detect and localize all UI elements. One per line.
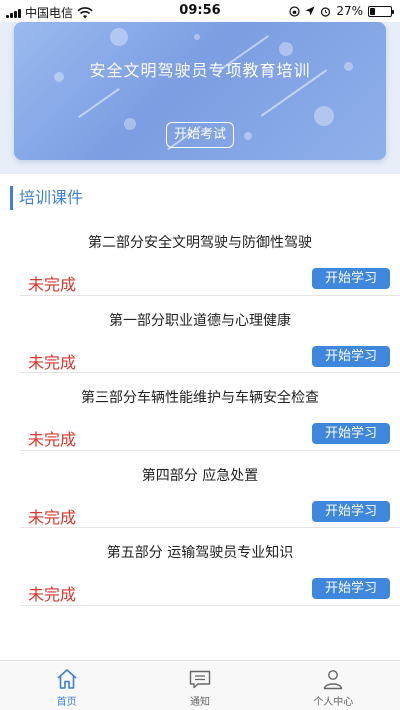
banner-area: 安全文明驾驶员专项教育培训 开始考试 [0, 22, 400, 174]
banner-decoration [244, 132, 252, 140]
start-exam-button[interactable]: 开始考试 [166, 122, 234, 148]
course-item: 第一部分职业道德与心理健康 未完成 开始学习 [0, 296, 400, 373]
course-status: 未完成 [28, 275, 77, 294]
status-right: 27% [289, 4, 394, 18]
course-title: 第一部分职业道德与心理健康 [109, 312, 291, 329]
banner-decoration [344, 62, 353, 71]
section-title: 培训课件 [10, 186, 83, 210]
banner-decoration [279, 42, 293, 56]
course-item: 第三部分车辆性能维护与车辆安全检查 未完成 开始学习 [0, 373, 400, 451]
start-study-button[interactable]: 开始学习 [312, 268, 390, 289]
location-icon [305, 6, 315, 16]
course-item: 第四部分 应急处置 未完成 开始学习 [0, 451, 400, 528]
course-title: 第三部分车辆性能维护与车辆安全检查 [81, 390, 319, 406]
battery-icon [368, 5, 394, 17]
course-item: 第二部分安全文明驾驶与防御性驾驶 未完成 开始学习 [0, 218, 400, 296]
tab-label: 首页 [56, 697, 77, 708]
tab-home[interactable]: 首页 [0, 661, 133, 710]
banner-decoration [54, 72, 64, 82]
tab-label: 通知 [189, 697, 210, 708]
tab-label: 个人中心 [313, 697, 354, 708]
alarm-icon [321, 6, 331, 17]
battery-level [370, 7, 376, 15]
course-status: 未完成 [28, 507, 77, 527]
tab-bar: 首页 通知 个人中心 [0, 660, 400, 710]
start-study-button[interactable]: 开始学习 [312, 578, 390, 599]
banner-decoration [314, 106, 334, 126]
person-icon [324, 670, 343, 690]
course-title: 第四部分 应急处置 [141, 467, 259, 484]
message-icon [189, 670, 211, 689]
orientation-lock-icon [289, 5, 300, 17]
status-bar: 中国电信 09:56 27% [0, 0, 400, 22]
divider [20, 604, 400, 606]
banner-title: 安全文明驾驶员专项教育培训 [89, 61, 311, 80]
course-item: 第五部分 运输驾驶员专业知识 未完成 开始学习 [0, 528, 400, 606]
course-title: 第二部分安全文明驾驶与防御性驾驶 [88, 235, 312, 251]
course-status: 未完成 [28, 352, 77, 372]
course-status: 未完成 [28, 585, 77, 604]
start-study-button[interactable]: 开始学习 [312, 423, 390, 444]
start-study-button[interactable]: 开始学习 [312, 500, 390, 522]
banner-decoration [194, 34, 200, 40]
banner-decoration [124, 118, 136, 130]
course-title: 第五部分 运输驾驶员专业知识 [106, 545, 294, 561]
tab-profile[interactable]: 个人中心 [267, 661, 400, 710]
banner-decoration [110, 28, 128, 46]
tab-notice[interactable]: 通知 [133, 661, 266, 710]
course-status: 未完成 [28, 430, 77, 449]
banner: 安全文明驾驶员专项教育培训 开始考试 [14, 22, 386, 160]
battery-percent: 27% [336, 4, 363, 18]
course-list: 第二部分安全文明驾驶与防御性驾驶 未完成 开始学习 第一部分职业道德与心理健康 … [0, 218, 400, 606]
home-icon [57, 669, 77, 689]
start-study-button[interactable]: 开始学习 [312, 345, 390, 367]
banner-decoration [77, 87, 121, 119]
